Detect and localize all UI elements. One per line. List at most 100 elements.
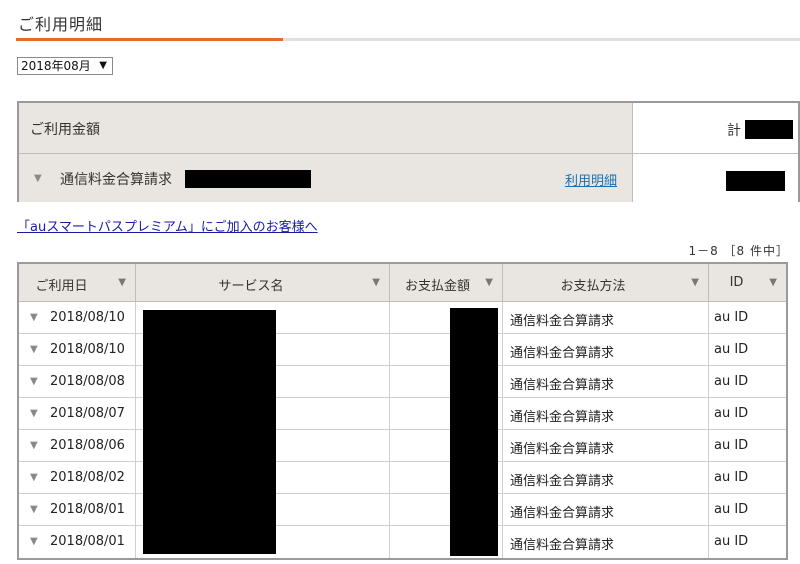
sort-icon[interactable]: ▼: [118, 277, 126, 288]
date-text: 2018/08/06: [50, 438, 125, 453]
sort-icon[interactable]: ▼: [485, 277, 493, 288]
method-text: 通信料金合算請求: [510, 506, 615, 521]
id-text: au ID: [714, 342, 749, 357]
cell-date: ▼ 2018/08/10: [19, 334, 136, 365]
redacted-service-name: [185, 170, 311, 188]
col-header-id[interactable]: ID ▼: [709, 264, 786, 302]
cell-id: au ID: [709, 430, 786, 461]
sort-icon[interactable]: ▼: [769, 277, 777, 288]
summary-service-label: 通信料金合算請求: [60, 172, 172, 188]
dropdown-arrow-icon: ▼: [99, 60, 107, 71]
cell-id: au ID: [709, 494, 786, 525]
cell-method: 通信料金合算請求: [503, 302, 709, 333]
redacted-service-amount: [726, 171, 785, 191]
table-row[interactable]: ▼ 2018/08/08 通信料金合算請求 au ID: [19, 366, 786, 398]
expand-triangle-icon[interactable]: ▼: [30, 536, 38, 547]
summary-service-label-cell: ▼ 通信料金合算請求 利用明細: [19, 154, 633, 202]
redacted-total-amount: [745, 120, 793, 139]
cell-date: ▼ 2018/08/02: [19, 462, 136, 493]
method-text: 通信料金合算請求: [510, 378, 615, 393]
title-underline-accent: [16, 38, 283, 41]
expand-triangle-icon[interactable]: ▼: [34, 173, 42, 184]
table-row[interactable]: ▼ 2018/08/01 通信料金合算請求 au ID: [19, 494, 786, 526]
redacted-service-names: [143, 310, 276, 554]
table-row[interactable]: ▼ 2018/08/06 通信料金合算請求 au ID: [19, 430, 786, 462]
summary-service-value-cell: [633, 154, 798, 202]
id-text: au ID: [714, 310, 749, 325]
cell-id: au ID: [709, 366, 786, 397]
cell-date: ▼ 2018/08/07: [19, 398, 136, 429]
id-text: au ID: [714, 438, 749, 453]
col-header-method-label: お支払方法: [560, 279, 626, 294]
col-header-method[interactable]: お支払方法 ▼: [503, 264, 709, 302]
summary-service-row[interactable]: ▼ 通信料金合算請求 利用明細: [19, 154, 798, 202]
summary-panel: ご利用金額 計 ▼ 通信料金合算請求 利用明細: [17, 101, 800, 202]
expand-triangle-icon[interactable]: ▼: [30, 440, 38, 451]
table-row[interactable]: ▼ 2018/08/10 通信料金合算請求 au ID: [19, 302, 786, 334]
page-title: ご利用明細: [18, 15, 104, 34]
smartpass-premium-link[interactable]: 「auスマートパスプレミアム」にご加入のお客様へ: [17, 216, 318, 235]
date-text: 2018/08/07: [50, 406, 125, 421]
cell-method: 通信料金合算請求: [503, 526, 709, 558]
date-text: 2018/08/10: [50, 310, 125, 325]
expand-triangle-icon[interactable]: ▼: [30, 504, 38, 515]
cell-method: 通信料金合算請求: [503, 462, 709, 493]
cell-date: ▼ 2018/08/10: [19, 302, 136, 333]
sort-icon[interactable]: ▼: [372, 277, 380, 288]
id-text: au ID: [714, 502, 749, 517]
col-header-date-label: ご利用日: [35, 279, 88, 294]
cell-method: 通信料金合算請求: [503, 494, 709, 525]
sort-icon[interactable]: ▼: [691, 277, 699, 288]
redacted-amounts: [450, 308, 498, 556]
id-text: au ID: [714, 374, 749, 389]
cell-id: au ID: [709, 398, 786, 429]
usage-table: ご利用日 ▼ サービス名 ▼ お支払金額 ▼ お支払方法 ▼ ID ▼ ▼ 201…: [17, 262, 788, 560]
summary-total-label: ご利用金額: [30, 122, 100, 138]
date-text: 2018/08/08: [50, 374, 125, 389]
method-text: 通信料金合算請求: [510, 442, 615, 457]
col-header-service[interactable]: サービス名 ▼: [136, 264, 390, 302]
cell-id: au ID: [709, 526, 786, 558]
summary-total-prefix: 計: [727, 123, 741, 139]
cell-date: ▼ 2018/08/06: [19, 430, 136, 461]
expand-triangle-icon[interactable]: ▼: [30, 312, 38, 323]
table-row[interactable]: ▼ 2018/08/02 通信料金合算請求 au ID: [19, 462, 786, 494]
col-header-id-label: ID: [729, 275, 744, 290]
col-header-date[interactable]: ご利用日 ▼: [19, 264, 136, 302]
date-text: 2018/08/01: [50, 534, 125, 549]
method-text: 通信料金合算請求: [510, 410, 615, 425]
cell-date: ▼ 2018/08/08: [19, 366, 136, 397]
cell-id: au ID: [709, 302, 786, 333]
col-header-service-label: サービス名: [218, 279, 284, 294]
col-header-amount[interactable]: お支払金額 ▼: [390, 264, 503, 302]
usage-detail-link[interactable]: 利用明細: [565, 170, 617, 189]
method-text: 通信料金合算請求: [510, 314, 615, 329]
table-row[interactable]: ▼ 2018/08/10 通信料金合算請求 au ID: [19, 334, 786, 366]
expand-triangle-icon[interactable]: ▼: [30, 376, 38, 387]
date-text: 2018/08/01: [50, 502, 125, 517]
summary-total-label-cell: ご利用金額: [19, 103, 633, 153]
cell-date: ▼ 2018/08/01: [19, 526, 136, 558]
cell-date: ▼ 2018/08/01: [19, 494, 136, 525]
method-text: 通信料金合算請求: [510, 346, 615, 361]
pagination-count: 1－8 ［8 件中］: [688, 244, 789, 258]
month-select[interactable]: 2018年08月 ▼: [17, 57, 113, 75]
date-text: 2018/08/02: [50, 470, 125, 485]
method-text: 通信料金合算請求: [510, 538, 615, 553]
cell-method: 通信料金合算請求: [503, 366, 709, 397]
summary-total-value-cell: 計: [633, 103, 798, 153]
table-row[interactable]: ▼ 2018/08/01 通信料金合算請求 au ID: [19, 526, 786, 558]
cell-method: 通信料金合算請求: [503, 334, 709, 365]
expand-triangle-icon[interactable]: ▼: [30, 344, 38, 355]
cell-id: au ID: [709, 334, 786, 365]
expand-triangle-icon[interactable]: ▼: [30, 408, 38, 419]
method-text: 通信料金合算請求: [510, 474, 615, 489]
expand-triangle-icon[interactable]: ▼: [30, 472, 38, 483]
date-text: 2018/08/10: [50, 342, 125, 357]
id-text: au ID: [714, 406, 749, 421]
col-header-amount-label: お支払金額: [404, 279, 470, 294]
table-row[interactable]: ▼ 2018/08/07 通信料金合算請求 au ID: [19, 398, 786, 430]
cell-id: au ID: [709, 462, 786, 493]
summary-total-row: ご利用金額 計: [19, 103, 798, 154]
month-select-value: 2018年08月: [21, 59, 91, 73]
